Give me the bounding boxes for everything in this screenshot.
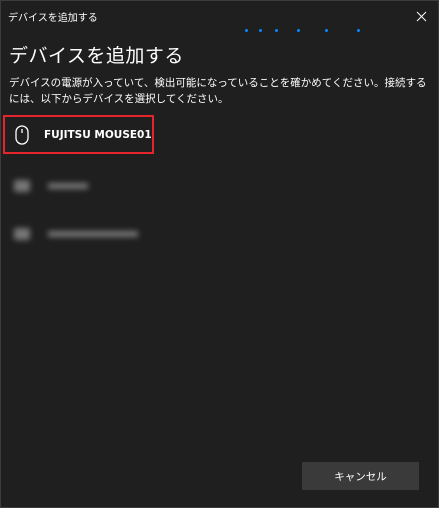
device-label: FUJITSU MOUSE01 <box>44 128 152 141</box>
device-list-item[interactable] <box>5 168 88 203</box>
device-list-item[interactable] <box>5 216 138 251</box>
close-icon <box>416 11 426 21</box>
add-device-dialog: デバイスを追加する デバイスを追加する デバイスの電源が入っていて、検出可能にな… <box>0 0 439 508</box>
redacted-device-name <box>48 230 138 237</box>
mouse-icon <box>11 124 33 146</box>
instructions-text: デバイスの電源が入っていて、検出可能になっていることを確かめてください。接続する… <box>9 77 427 105</box>
searching-progress-indicator <box>245 29 385 32</box>
page-title: デバイスを追加する <box>9 45 184 67</box>
close-button[interactable] <box>404 1 438 31</box>
cancel-button[interactable]: キャンセル <box>302 462 419 490</box>
window-title: デバイスを追加する <box>8 13 98 24</box>
redacted-device-name <box>48 182 88 189</box>
device-list-item[interactable]: FUJITSU MOUSE01 <box>5 117 152 152</box>
device-icon <box>11 175 33 197</box>
device-icon <box>11 223 33 245</box>
title-bar: デバイスを追加する <box>1 1 438 31</box>
